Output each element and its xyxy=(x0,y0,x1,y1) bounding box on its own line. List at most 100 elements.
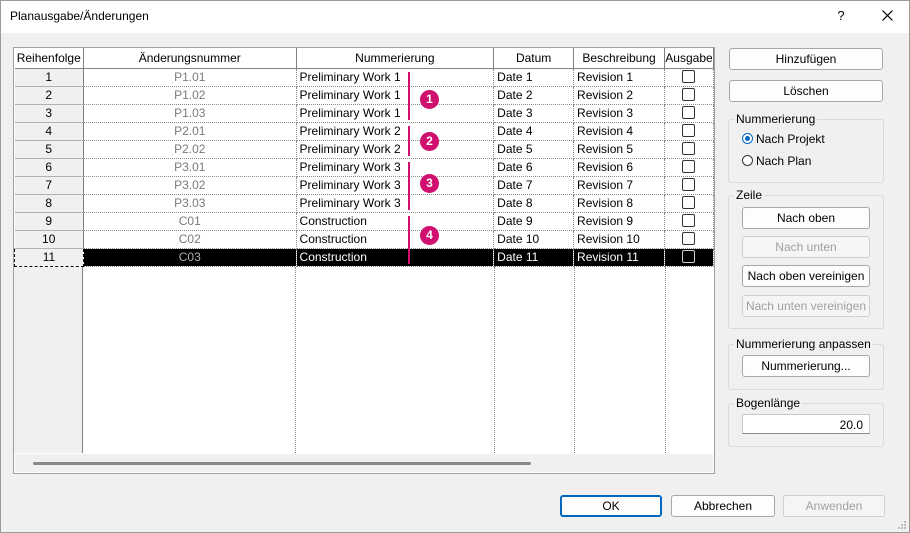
revision-number-cell[interactable]: C03 xyxy=(83,248,297,267)
date-cell[interactable]: Date 10 xyxy=(493,230,575,249)
numbering-cell[interactable]: Preliminary Work 1 xyxy=(296,68,495,87)
date-cell[interactable]: Date 1 xyxy=(493,68,575,87)
issued-checkbox[interactable] xyxy=(682,142,696,156)
issued-checkbox[interactable] xyxy=(682,70,696,84)
numbering-cell[interactable]: Preliminary Work 3 xyxy=(296,194,495,213)
numbering-cell[interactable]: Preliminary Work 2 xyxy=(296,140,495,159)
col-header-numbering[interactable]: Nummerierung xyxy=(296,48,495,69)
order-cell[interactable]: 6 xyxy=(14,158,84,177)
revision-number-cell[interactable]: P2.01 xyxy=(83,122,297,141)
numbering-cell[interactable]: Preliminary Work 2 xyxy=(296,122,495,141)
revision-number-cell[interactable]: P3.01 xyxy=(83,158,297,177)
issued-cell[interactable] xyxy=(664,104,714,123)
col-header-description[interactable]: Beschreibung xyxy=(573,48,665,69)
delete-button[interactable]: Löschen xyxy=(729,80,883,102)
order-cell[interactable]: 9 xyxy=(14,212,84,231)
issued-checkbox[interactable] xyxy=(682,214,696,228)
description-cell[interactable]: Revision 11 xyxy=(573,248,665,267)
table-row[interactable]: 5 P2.02 Preliminary Work 2 Date 5 Revision 5 xyxy=(14,140,714,159)
description-cell[interactable]: Revision 9 xyxy=(573,212,665,231)
issued-checkbox[interactable] xyxy=(682,160,696,174)
numbering-cell[interactable]: Preliminary Work 1 xyxy=(296,104,495,123)
table-row[interactable]: 10 C02 Construction Date 10 Revision 10 xyxy=(14,230,714,249)
revision-number-cell[interactable]: P2.02 xyxy=(83,140,297,159)
issued-cell[interactable] xyxy=(664,68,714,87)
order-cell[interactable]: 5 xyxy=(14,140,84,159)
date-cell[interactable]: Date 6 xyxy=(493,158,575,177)
numbering-cell[interactable]: Preliminary Work 1 xyxy=(296,86,495,105)
description-cell[interactable]: Revision 6 xyxy=(573,158,665,177)
order-cell[interactable]: 1 xyxy=(14,68,84,87)
numbering-cell[interactable]: Construction xyxy=(296,248,495,267)
col-header-date[interactable]: Datum xyxy=(493,48,575,69)
description-cell[interactable]: Revision 2 xyxy=(573,86,665,105)
col-header-issued[interactable]: Ausgabe xyxy=(664,48,714,69)
revision-number-cell[interactable]: P3.02 xyxy=(83,176,297,195)
horizontal-scrollbar[interactable] xyxy=(15,454,713,472)
radio-by-sheet[interactable]: Nach Plan xyxy=(742,154,811,168)
order-cell[interactable]: 2 xyxy=(14,86,84,105)
description-cell[interactable]: Revision 7 xyxy=(573,176,665,195)
order-cell[interactable]: 8 xyxy=(14,194,84,213)
order-cell[interactable]: 10 xyxy=(14,230,84,249)
issued-cell[interactable] xyxy=(664,140,714,159)
revision-number-cell[interactable]: C02 xyxy=(83,230,297,249)
issued-checkbox[interactable] xyxy=(682,232,696,246)
radio-by-project[interactable]: Nach Projekt xyxy=(742,132,825,146)
revision-number-cell[interactable]: P1.02 xyxy=(83,86,297,105)
description-cell[interactable]: Revision 3 xyxy=(573,104,665,123)
date-cell[interactable]: Date 8 xyxy=(493,194,575,213)
table-row[interactable]: 7 P3.02 Preliminary Work 3 Date 7 Revision 7 xyxy=(14,176,714,195)
issued-checkbox[interactable] xyxy=(682,178,696,192)
numbering-cell[interactable]: Preliminary Work 3 xyxy=(296,158,495,177)
issued-cell[interactable] xyxy=(664,248,714,267)
date-cell[interactable]: Date 7 xyxy=(493,176,575,195)
cancel-button[interactable]: Abbrechen xyxy=(671,495,775,517)
issued-checkbox[interactable] xyxy=(682,124,696,138)
arc-length-input[interactable]: 20.0 xyxy=(742,414,870,434)
order-cell[interactable]: 4 xyxy=(14,122,84,141)
table-row[interactable]: 2 P1.02 Preliminary Work 1 Date 2 Revision 2 xyxy=(14,86,714,105)
resize-grip-icon[interactable] xyxy=(897,520,907,530)
issued-cell[interactable] xyxy=(664,158,714,177)
issued-checkbox[interactable] xyxy=(682,250,696,264)
add-button[interactable]: Hinzufügen xyxy=(729,48,883,70)
merge-up-button[interactable]: Nach oben vereinigen xyxy=(742,265,870,287)
table-row[interactable]: 8 P3.03 Preliminary Work 3 Date 8 Revision 8 xyxy=(14,194,714,213)
table-row[interactable]: 4 P2.01 Preliminary Work 2 Date 4 Revision 4 xyxy=(14,122,714,141)
description-cell[interactable]: Revision 8 xyxy=(573,194,665,213)
issued-cell[interactable] xyxy=(664,176,714,195)
ok-button[interactable]: OK xyxy=(560,495,662,517)
col-header-order[interactable]: Reihenfolge xyxy=(14,48,84,69)
numbering-cell[interactable]: Preliminary Work 3 xyxy=(296,176,495,195)
revisions-table[interactable]: Reihenfolge Änderungsnummer Nummerierung… xyxy=(13,47,715,474)
table-row[interactable]: 3 P1.03 Preliminary Work 1 Date 3 Revision 3 xyxy=(14,104,714,123)
col-header-revision-number[interactable]: Änderungsnummer xyxy=(83,48,297,69)
issued-cell[interactable] xyxy=(664,122,714,141)
order-cell[interactable]: 7 xyxy=(14,176,84,195)
apply-button[interactable]: Anwenden xyxy=(783,495,885,517)
description-cell[interactable]: Revision 5 xyxy=(573,140,665,159)
order-cell[interactable]: 11 xyxy=(14,248,84,267)
move-down-button[interactable]: Nach unten xyxy=(742,236,870,258)
revision-number-cell[interactable]: C01 xyxy=(83,212,297,231)
revision-number-cell[interactable]: P3.03 xyxy=(83,194,297,213)
merge-down-button[interactable]: Nach unten vereinigen xyxy=(742,295,870,317)
issued-cell[interactable] xyxy=(664,194,714,213)
table-row[interactable]: 1 P1.01 Preliminary Work 1 Date 1 Revision 1 xyxy=(14,68,714,87)
table-row[interactable]: 6 P3.01 Preliminary Work 3 Date 6 Revision 6 xyxy=(14,158,714,177)
numbering-cell[interactable]: Construction xyxy=(296,230,495,249)
issued-checkbox[interactable] xyxy=(682,196,696,210)
numbering-button[interactable]: Nummerierung... xyxy=(742,355,870,377)
table-row[interactable]: 11 C03 Construction Date 11 Revision 11 xyxy=(14,248,714,267)
numbering-cell[interactable]: Construction xyxy=(296,212,495,231)
description-cell[interactable]: Revision 10 xyxy=(573,230,665,249)
description-cell[interactable]: Revision 1 xyxy=(573,68,665,87)
date-cell[interactable]: Date 11 xyxy=(493,248,575,267)
order-cell[interactable]: 3 xyxy=(14,104,84,123)
date-cell[interactable]: Date 5 xyxy=(493,140,575,159)
move-up-button[interactable]: Nach oben xyxy=(742,207,870,229)
issued-cell[interactable] xyxy=(664,212,714,231)
date-cell[interactable]: Date 2 xyxy=(493,86,575,105)
issued-checkbox[interactable] xyxy=(682,106,696,120)
